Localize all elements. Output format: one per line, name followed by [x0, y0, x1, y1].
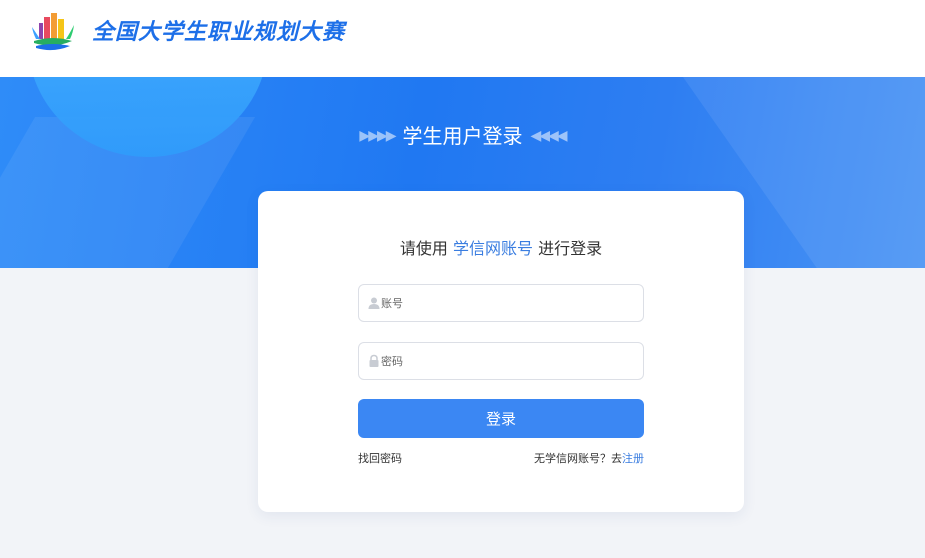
- arrows-right-icon: ▶▶▶▶: [359, 128, 396, 144]
- logo-icon: [32, 13, 74, 51]
- password-field[interactable]: [358, 342, 644, 380]
- login-card: 请使用 学信网账号 进行登录 登录 找回密码 无学信网账号？去注册: [258, 191, 744, 512]
- account-input[interactable]: [381, 285, 639, 321]
- register-line: 无学信网账号？去注册: [534, 451, 644, 467]
- login-heading: 请使用 学信网账号 进行登录: [258, 238, 744, 260]
- page-title: 学生用户登录: [402, 124, 523, 148]
- password-input[interactable]: [381, 343, 639, 379]
- login-button[interactable]: 登录: [358, 399, 644, 438]
- site-title: 全国大学生职业规划大赛: [92, 20, 346, 45]
- login-footer-links: 找回密码 无学信网账号？去注册: [358, 451, 644, 467]
- login-heading-suffix: 进行登录: [538, 239, 603, 258]
- login-heading-prefix: 请使用: [399, 239, 448, 258]
- no-account-text: 无学信网账号？去: [534, 452, 622, 465]
- banner-title-row: ▶▶▶▶ 学生用户登录 ◀◀◀◀: [0, 121, 925, 151]
- header: 全国大学生职业规划大赛: [0, 0, 925, 77]
- arrows-left-icon: ◀◀◀◀: [530, 128, 568, 144]
- register-link[interactable]: 注册: [622, 452, 644, 465]
- forgot-password-link[interactable]: 找回密码: [358, 451, 402, 467]
- account-field[interactable]: [358, 284, 644, 322]
- login-heading-highlight: 学信网账号: [452, 239, 533, 258]
- lock-icon: [369, 354, 379, 367]
- user-icon: [368, 297, 380, 309]
